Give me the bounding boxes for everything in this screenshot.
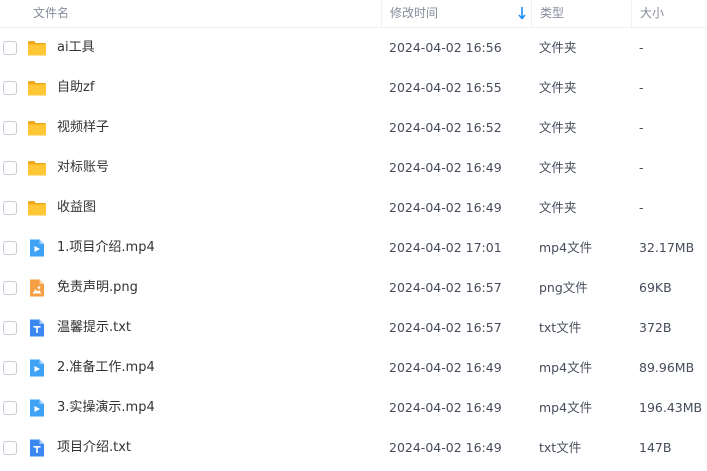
image-file-icon bbox=[27, 278, 47, 298]
file-row[interactable]: 自助zf 2024-04-02 16:55 文件夹 - bbox=[0, 68, 707, 108]
file-row[interactable]: 温馨提示.txt 2024-04-02 16:57 txt文件 372B bbox=[0, 308, 707, 348]
file-modified-time: 2024-04-02 16:57 bbox=[389, 280, 502, 295]
file-type: 文件夹 bbox=[539, 80, 577, 95]
file-name[interactable]: 2.准备工作.mp4 bbox=[57, 348, 155, 388]
row-checkbox[interactable] bbox=[3, 401, 17, 415]
file-name[interactable]: 3.实操演示.mp4 bbox=[57, 388, 155, 428]
file-modified-time: 2024-04-02 17:01 bbox=[389, 240, 502, 255]
row-checkbox[interactable] bbox=[3, 281, 17, 295]
text-file-icon bbox=[27, 318, 47, 338]
column-header-name[interactable]: 文件名 bbox=[33, 0, 69, 28]
file-type: 文件夹 bbox=[539, 120, 577, 135]
file-size: 147B bbox=[639, 440, 672, 455]
file-size: 196.43MB bbox=[639, 400, 703, 415]
file-modified-time: 2024-04-02 16:49 bbox=[389, 160, 502, 175]
file-size: - bbox=[639, 120, 644, 135]
file-modified-time: 2024-04-02 16:49 bbox=[389, 440, 502, 455]
folder-icon bbox=[27, 118, 47, 138]
file-modified-time: 2024-04-02 16:56 bbox=[389, 40, 502, 55]
file-size: 32.17MB bbox=[639, 240, 695, 255]
file-row[interactable]: 收益图 2024-04-02 16:49 文件夹 - bbox=[0, 188, 707, 228]
row-checkbox[interactable] bbox=[3, 361, 17, 375]
row-checkbox[interactable] bbox=[3, 81, 17, 95]
file-name[interactable]: 收益图 bbox=[57, 188, 96, 228]
arrow-down-icon[interactable] bbox=[518, 6, 526, 20]
file-row[interactable]: 1.项目介绍.mp4 2024-04-02 17:01 mp4文件 32.17MB bbox=[0, 228, 707, 268]
file-size: - bbox=[639, 200, 644, 215]
file-row[interactable]: 免责声明.png 2024-04-02 16:57 png文件 69KB bbox=[0, 268, 707, 308]
file-row[interactable]: 项目介绍.txt 2024-04-02 16:49 txt文件 147B bbox=[0, 428, 707, 468]
file-modified-time: 2024-04-02 16:49 bbox=[389, 360, 502, 375]
file-type: mp4文件 bbox=[539, 360, 593, 375]
folder-icon bbox=[27, 198, 47, 218]
file-row[interactable]: 视频样子 2024-04-02 16:52 文件夹 - bbox=[0, 108, 707, 148]
file-modified-time: 2024-04-02 16:52 bbox=[389, 120, 502, 135]
file-row[interactable]: 对标账号 2024-04-02 16:49 文件夹 - bbox=[0, 148, 707, 188]
row-checkbox[interactable] bbox=[3, 121, 17, 135]
column-header-modified-time-label: 修改时间 bbox=[390, 6, 439, 20]
file-size: 69KB bbox=[639, 280, 672, 295]
text-file-icon bbox=[27, 438, 47, 458]
file-type: 文件夹 bbox=[539, 40, 577, 55]
file-modified-time: 2024-04-02 16:49 bbox=[389, 400, 502, 415]
file-type: 文件夹 bbox=[539, 200, 577, 215]
file-name[interactable]: 温馨提示.txt bbox=[57, 308, 131, 348]
file-size: - bbox=[639, 80, 644, 95]
file-list-header: 文件名 修改时间 类型 大小 bbox=[0, 0, 707, 28]
column-header-modified-time[interactable]: 修改时间 bbox=[381, 0, 531, 28]
row-checkbox[interactable] bbox=[3, 201, 17, 215]
file-type: mp4文件 bbox=[539, 240, 593, 255]
file-name[interactable]: 对标账号 bbox=[57, 148, 109, 188]
file-modified-time: 2024-04-02 16:49 bbox=[389, 200, 502, 215]
row-checkbox[interactable] bbox=[3, 241, 17, 255]
file-name[interactable]: 1.项目介绍.mp4 bbox=[57, 228, 155, 268]
file-type: mp4文件 bbox=[539, 400, 593, 415]
file-row[interactable]: 2.准备工作.mp4 2024-04-02 16:49 mp4文件 89.96MB bbox=[0, 348, 707, 388]
file-name[interactable]: 项目介绍.txt bbox=[57, 428, 131, 468]
column-header-size[interactable]: 大小 bbox=[631, 0, 707, 28]
file-row[interactable]: 3.实操演示.mp4 2024-04-02 16:49 mp4文件 196.43MB bbox=[0, 388, 707, 428]
column-header-type[interactable]: 类型 bbox=[531, 0, 631, 28]
folder-icon bbox=[27, 38, 47, 58]
file-name[interactable]: 视频样子 bbox=[57, 108, 109, 148]
row-checkbox[interactable] bbox=[3, 41, 17, 55]
file-name[interactable]: 自助zf bbox=[57, 68, 94, 108]
file-size: - bbox=[639, 40, 644, 55]
row-checkbox[interactable] bbox=[3, 321, 17, 335]
video-file-icon bbox=[27, 398, 47, 418]
file-name[interactable]: 免责声明.png bbox=[57, 268, 138, 308]
folder-icon bbox=[27, 78, 47, 98]
file-type: 文件夹 bbox=[539, 160, 577, 175]
file-type: png文件 bbox=[539, 280, 588, 295]
file-size: - bbox=[639, 160, 644, 175]
file-size: 89.96MB bbox=[639, 360, 695, 375]
file-type: txt文件 bbox=[539, 440, 582, 455]
file-modified-time: 2024-04-02 16:55 bbox=[389, 80, 502, 95]
row-checkbox[interactable] bbox=[3, 161, 17, 175]
file-size: 372B bbox=[639, 320, 672, 335]
file-list: 文件名 修改时间 类型 大小 ai工具 2024-04-02 16:56 文件夹 - 自… bbox=[0, 0, 707, 471]
video-file-icon bbox=[27, 358, 47, 378]
file-name[interactable]: ai工具 bbox=[57, 28, 95, 68]
file-row[interactable]: ai工具 2024-04-02 16:56 文件夹 - bbox=[0, 28, 707, 68]
video-file-icon bbox=[27, 238, 47, 258]
folder-icon bbox=[27, 158, 47, 178]
file-type: txt文件 bbox=[539, 320, 582, 335]
row-checkbox[interactable] bbox=[3, 441, 17, 455]
file-modified-time: 2024-04-02 16:57 bbox=[389, 320, 502, 335]
